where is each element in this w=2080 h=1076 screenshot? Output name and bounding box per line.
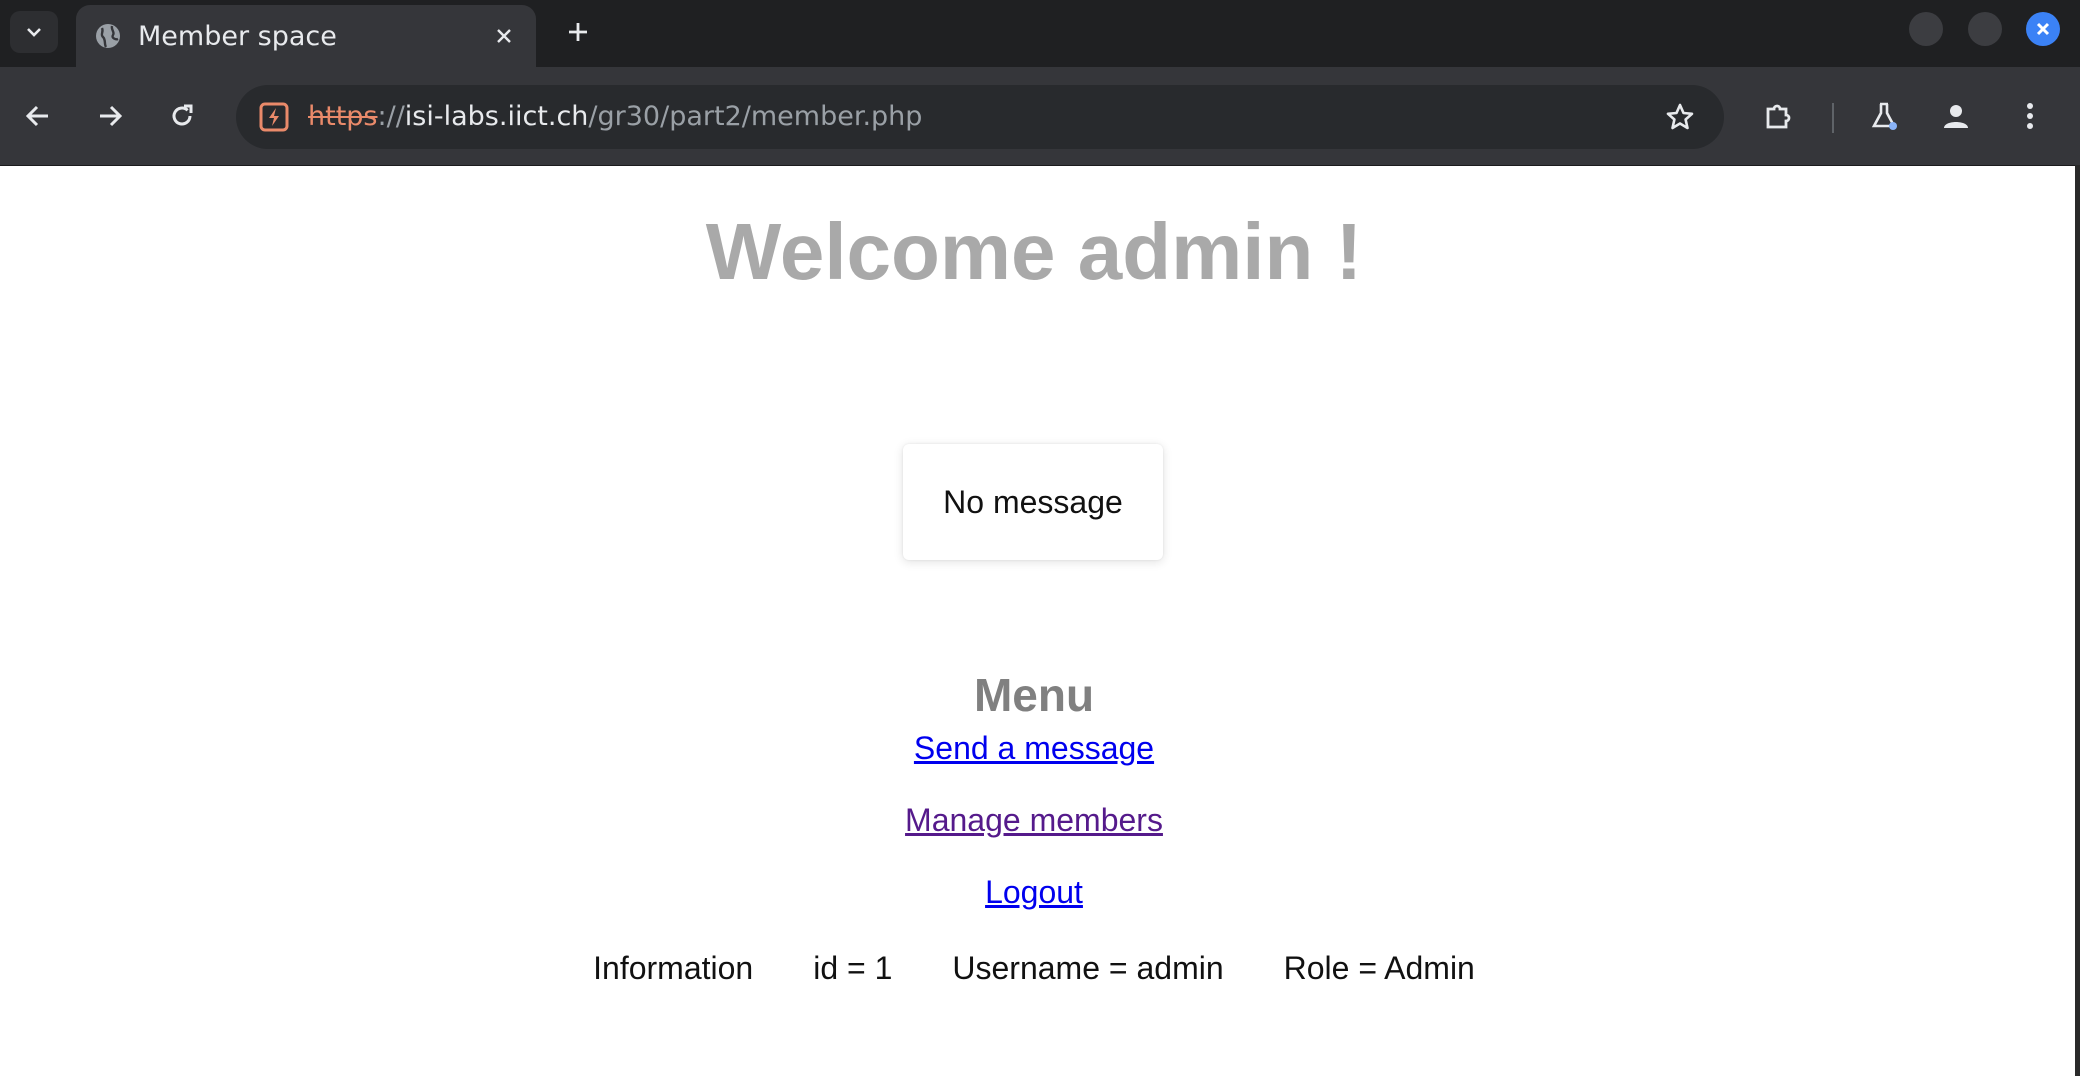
menu-item-send-message: Send a message — [0, 730, 2068, 767]
globe-icon — [92, 20, 124, 52]
window-close-button[interactable] — [2026, 12, 2060, 46]
browser-toolbar: https://isi-labs.iict.ch/gr30/part2/memb… — [0, 67, 2080, 167]
url-scheme: https — [308, 101, 378, 132]
message-box: No message — [903, 444, 1163, 560]
arrow-right-icon — [100, 105, 123, 127]
bookmark-star-icon[interactable] — [1660, 97, 1700, 137]
close-icon — [2036, 22, 2050, 36]
user-id: id = 1 — [813, 950, 893, 986]
arrow-left-icon — [25, 105, 48, 127]
tab-search-button[interactable] — [10, 11, 58, 53]
message-text: No message — [943, 483, 1123, 520]
extensions-button[interactable] — [1755, 92, 1803, 140]
reload-icon — [172, 104, 193, 126]
tab-title: Member space — [138, 20, 337, 52]
address-bar[interactable]: https://isi-labs.iict.ch/gr30/part2/memb… — [236, 85, 1724, 149]
logout-link[interactable]: Logout — [985, 874, 1083, 910]
tab-member-space[interactable]: Member space — [76, 5, 536, 67]
labs-button[interactable] — [1860, 92, 1908, 140]
send-message-link[interactable]: Send a message — [914, 730, 1154, 766]
minimize-button[interactable] — [1909, 12, 1943, 46]
page-title: Welcome admin ! — [705, 207, 1363, 296]
new-tab-button[interactable] — [560, 14, 596, 50]
forward-button[interactable] — [86, 92, 134, 140]
browser-menu-button[interactable] — [2006, 92, 2054, 140]
plus-icon — [569, 23, 587, 41]
tab-close-icon[interactable] — [488, 20, 520, 52]
user-username: Username = admin — [952, 950, 1224, 986]
toolbar-divider — [1832, 103, 1834, 133]
menu-item-logout: Logout — [0, 874, 2068, 911]
page-content: Welcome admin ! No message Menu Send a m… — [0, 166, 2075, 1076]
url-text[interactable]: https://isi-labs.iict.ch/gr30/part2/memb… — [308, 99, 922, 135]
menu-item-manage-members: Manage members — [0, 802, 2068, 839]
reload-button[interactable] — [158, 92, 206, 140]
user-role: Role = Admin — [1283, 950, 1475, 986]
kebab-menu-icon — [2027, 103, 2033, 129]
information-label: Information — [593, 950, 754, 986]
url-host: isi-labs.iict.ch — [404, 101, 589, 132]
url-path: /gr30/part2/member.php — [588, 101, 923, 132]
url-separator: :// — [377, 101, 405, 132]
manage-members-link[interactable]: Manage members — [905, 802, 1163, 838]
not-secure-icon[interactable] — [256, 99, 292, 135]
flask-icon — [1871, 102, 1897, 130]
tab-strip: Member space — [0, 0, 2080, 67]
chevron-down-icon — [27, 28, 41, 37]
menu-title: Menu — [973, 669, 1095, 721]
person-icon — [1944, 105, 1968, 128]
back-button[interactable] — [14, 92, 62, 140]
profile-button[interactable] — [1932, 92, 1980, 140]
maximize-button[interactable] — [1968, 12, 2002, 46]
information-row: Information id = 1 Username = admin Role… — [0, 950, 2068, 987]
scrollbar[interactable] — [2075, 165, 2080, 1076]
puzzle-icon — [1766, 104, 1791, 129]
